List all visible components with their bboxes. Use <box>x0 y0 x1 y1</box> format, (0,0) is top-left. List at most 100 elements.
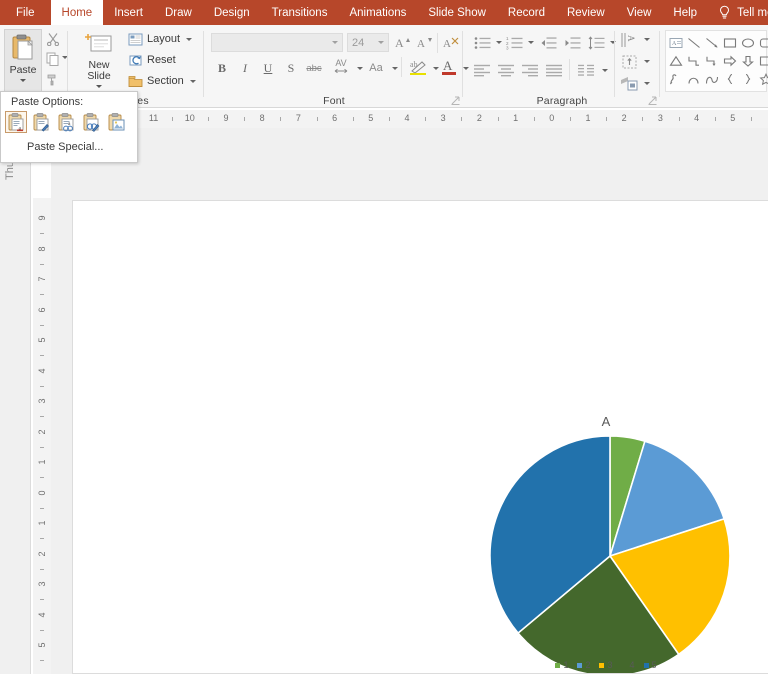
pentagon-icon[interactable] <box>758 52 768 69</box>
numbering-button[interactable]: 123 <box>504 33 524 52</box>
increase-indent-button[interactable] <box>562 33 582 52</box>
font-size-caret-icon[interactable] <box>378 41 384 44</box>
paragraph-dialog-launcher[interactable] <box>648 96 657 105</box>
format-painter-button[interactable] <box>44 71 61 88</box>
arc-icon[interactable] <box>686 70 702 87</box>
font-name-caret-icon[interactable] <box>332 41 338 44</box>
grow-font-button[interactable]: A <box>393 33 413 52</box>
layout-dropdown-caret-icon[interactable] <box>186 37 193 41</box>
align-text-button[interactable] <box>618 52 640 71</box>
tab-slide-show[interactable]: Slide Show <box>417 0 497 25</box>
tab-transitions[interactable]: Transitions <box>261 0 339 25</box>
justify-button[interactable] <box>544 61 564 80</box>
character-spacing-caret-icon[interactable] <box>357 67 363 70</box>
keep-source-formatting-icon[interactable] <box>30 111 52 133</box>
text-direction-button[interactable]: A <box>618 30 640 49</box>
keep-text-only-icon[interactable] <box>80 111 102 133</box>
tab-record[interactable]: Record <box>497 0 556 25</box>
new-slide-button[interactable]: New Slide <box>76 29 122 95</box>
tab-draw[interactable]: Draw <box>154 0 203 25</box>
font-name-input[interactable] <box>211 33 343 52</box>
paste-dropdown-caret-icon[interactable] <box>20 79 26 82</box>
align-text-caret-icon[interactable] <box>644 60 650 63</box>
smartart-caret-icon[interactable] <box>644 82 650 85</box>
paste-as-picture-icon[interactable]: a <box>55 111 77 133</box>
clear-formatting-button[interactable]: A <box>441 33 461 52</box>
strikethrough-button[interactable]: abc <box>303 59 325 77</box>
shapes-gallery[interactable]: A <box>665 30 768 92</box>
picture-icon[interactable] <box>105 111 127 133</box>
font-size-input[interactable]: 24 <box>347 33 389 52</box>
paste-special-item[interactable]: Paste Special... <box>1 133 137 153</box>
vertical-ruler[interactable]: 9 8 7 6 5 4 3 2 1 0 1 2 3 4 5 <box>33 198 51 674</box>
oval-icon[interactable] <box>740 34 756 51</box>
line-arrow-icon[interactable] <box>704 34 720 51</box>
freeform-icon[interactable] <box>668 70 684 87</box>
shrink-font-button[interactable]: A <box>415 33 435 52</box>
new-slide-dropdown-caret-icon[interactable] <box>96 85 102 88</box>
tab-view[interactable]: View <box>616 0 663 25</box>
elbow-connector-icon[interactable] <box>686 52 702 69</box>
change-case-caret-icon[interactable] <box>392 67 398 70</box>
decrease-indent-button[interactable] <box>538 33 558 52</box>
tab-home[interactable]: Home <box>50 0 104 25</box>
curve-icon[interactable] <box>704 70 720 87</box>
left-brace-icon[interactable] <box>722 70 738 87</box>
layout-button[interactable]: Layout <box>128 30 193 48</box>
legend-item-5[interactable]: 5 <box>643 660 657 670</box>
change-case-button[interactable]: Aa <box>365 59 387 77</box>
font-color-button[interactable]: A <box>439 56 459 77</box>
tell-me-search[interactable]: Tell me w <box>708 0 768 25</box>
underline-button[interactable]: U <box>259 59 277 77</box>
text-direction-caret-icon[interactable] <box>644 38 650 41</box>
convert-to-smartart-button[interactable] <box>618 74 640 93</box>
down-arrow-icon[interactable] <box>740 52 756 69</box>
tab-insert[interactable]: Insert <box>103 0 154 25</box>
slide-surface[interactable]: A 1 2 3 4 5 <box>72 200 768 674</box>
tab-file[interactable]: File <box>0 0 51 25</box>
legend-item-1[interactable]: 1 <box>555 660 568 670</box>
font-dialog-launcher[interactable] <box>451 96 460 105</box>
align-left-button[interactable] <box>472 61 492 80</box>
numbering-caret-icon[interactable] <box>528 41 534 44</box>
line-icon[interactable] <box>686 34 702 51</box>
paste-button[interactable]: Paste <box>4 29 42 95</box>
pie-chart[interactable]: A 1 2 3 4 5 <box>461 403 751 673</box>
section-button[interactable]: Section <box>128 72 196 90</box>
triangle-icon[interactable] <box>668 52 684 69</box>
text-highlight-button[interactable]: ab <box>407 56 429 77</box>
text-shadow-button[interactable]: S <box>282 59 300 77</box>
cut-button[interactable] <box>44 30 61 47</box>
rectangle-icon[interactable] <box>722 34 738 51</box>
character-spacing-button[interactable]: AV <box>329 55 353 77</box>
legend-item-3[interactable]: 3 <box>599 660 613 670</box>
tab-design[interactable]: Design <box>203 0 261 25</box>
copy-button[interactable] <box>44 50 61 67</box>
bullets-caret-icon[interactable] <box>496 41 502 44</box>
tab-help[interactable]: Help <box>662 0 708 25</box>
tab-review[interactable]: Review <box>556 0 616 25</box>
right-arrow-icon[interactable] <box>722 52 738 69</box>
italic-button[interactable]: I <box>236 59 254 77</box>
columns-caret-icon[interactable] <box>602 69 608 72</box>
rounded-rectangle-icon[interactable] <box>758 34 768 51</box>
line-spacing-button[interactable] <box>586 33 606 52</box>
reset-button[interactable]: Reset <box>128 51 176 69</box>
tab-animations[interactable]: Animations <box>338 0 417 25</box>
paste-options-menu[interactable]: Paste Options: a a Paste Special... <box>0 91 138 163</box>
right-brace-icon[interactable] <box>740 70 756 87</box>
horizontal-ruler[interactable]: 1413121110987654321012345 <box>33 110 768 128</box>
text-box-icon[interactable]: A <box>668 34 684 51</box>
bullets-button[interactable] <box>472 33 492 52</box>
columns-button[interactable] <box>576 61 596 80</box>
line-spacing-caret-icon[interactable] <box>610 41 616 44</box>
elbow-arrow-connector-icon[interactable] <box>704 52 720 69</box>
section-dropdown-caret-icon[interactable] <box>189 79 196 83</box>
use-destination-theme-icon[interactable]: a <box>5 111 27 133</box>
bold-button[interactable]: B <box>213 59 231 77</box>
align-center-button[interactable] <box>496 61 516 80</box>
thumbnail-pane[interactable]: Thumbn <box>0 128 31 674</box>
align-right-button[interactable] <box>520 61 540 80</box>
star-icon[interactable] <box>758 70 768 87</box>
legend-item-2[interactable]: 2 <box>577 660 590 670</box>
